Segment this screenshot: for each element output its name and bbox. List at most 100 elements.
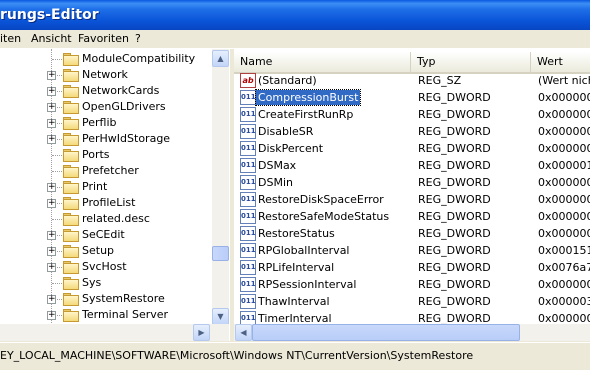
scroll-right-icon[interactable]: ▶ [193, 324, 210, 341]
expand-icon[interactable]: + [47, 199, 56, 208]
expand-icon[interactable]: + [47, 71, 56, 80]
tree-item-label: Network [82, 68, 128, 81]
tree-item[interactable]: + ProfileList [0, 195, 212, 211]
tree-item-label: SvcHost [82, 260, 127, 273]
folder-icon [63, 69, 79, 82]
dword-value-icon: 011 [240, 158, 256, 173]
tree-item[interactable]: Ports [0, 147, 212, 163]
column-type-header[interactable]: Typ [411, 52, 531, 72]
value-data: 0x0000000 [538, 142, 590, 155]
dword-value-icon: 011 [240, 260, 256, 275]
tree-item[interactable]: + Terminal Server [0, 307, 212, 323]
tree-item[interactable]: related.desc [0, 211, 212, 227]
column-name-header[interactable]: Name [234, 52, 411, 72]
value-row[interactable]: 011RestoreStatus REG_DWORD 0x0000000 [234, 225, 590, 242]
value-type: REG_DWORD [418, 244, 491, 257]
value-row[interactable]: 011CreateFirstRunRp REG_DWORD 0x0000000 [234, 106, 590, 123]
tree-item[interactable]: + Print [0, 179, 212, 195]
list-scroll-thumb[interactable] [252, 324, 520, 341]
tree-item[interactable]: + SeCEdit [0, 227, 212, 243]
value-row[interactable]: ab(Standard) REG_SZ (Wert nicht [234, 72, 590, 89]
value-data: (Wert nicht [538, 74, 590, 87]
value-type: REG_DWORD [418, 278, 491, 291]
expand-icon[interactable]: + [47, 183, 56, 192]
tree-item[interactable]: + Setup [0, 243, 212, 259]
tree-item[interactable]: + NetworkCards [0, 83, 212, 99]
expand-icon[interactable]: + [47, 247, 56, 256]
key-tree: ModuleCompatibility + Network + NetworkCards… [0, 49, 212, 325]
value-data: 0x0000000 [538, 210, 590, 223]
expand-icon[interactable]: + [47, 103, 56, 112]
pane-splitter[interactable] [230, 49, 233, 341]
menu-help[interactable]: ? [135, 32, 141, 45]
value-data: 0x0000000 [538, 278, 590, 291]
menu-edit[interactable]: iten [0, 32, 21, 45]
value-row[interactable]: 011DiskPercent REG_DWORD 0x0000000 [234, 140, 590, 157]
dword-value-icon: 011 [240, 243, 256, 258]
tree-item-label: Prefetcher [82, 164, 139, 177]
value-row[interactable]: 011DisableSR REG_DWORD 0x0000000 [234, 123, 590, 140]
tree-scroll-thumb[interactable] [212, 246, 229, 261]
tree-item[interactable]: Sys [0, 275, 212, 291]
scroll-left-icon[interactable]: ◀ [235, 324, 252, 341]
menu-view[interactable]: Ansicht [31, 32, 72, 45]
title-bar[interactable]: rungs-Editor [0, 0, 590, 30]
tree-vertical-scrollbar[interactable]: ▲ ▼ [212, 49, 229, 325]
value-data: 0x0000000 [538, 108, 590, 121]
value-row[interactable]: 011RPSessionInterval REG_DWORD 0x0000000 [234, 276, 590, 293]
list-horizontal-scrollbar[interactable]: ◀ [234, 324, 590, 341]
value-row[interactable]: 011RPLifeInterval REG_DWORD 0x0076a70 [234, 259, 590, 276]
value-type: REG_DWORD [418, 227, 491, 240]
dword-value-icon: 011 [240, 277, 256, 292]
expand-icon[interactable]: + [47, 311, 56, 320]
tree-guide-line [52, 219, 62, 220]
status-bar: EY_LOCAL_MACHINE\SOFTWARE\Microsoft\Wind… [0, 342, 590, 370]
folder-icon [63, 165, 79, 178]
folder-icon [63, 53, 79, 66]
tree-guide-line [52, 155, 62, 156]
folder-icon [63, 245, 79, 258]
tree-item-label: Setup [82, 244, 115, 257]
value-row[interactable]: 011 RestoreSafeModeStatus REG_DWORD 0x00000… [234, 208, 590, 225]
expand-icon[interactable]: + [47, 135, 56, 144]
scroll-up-icon[interactable]: ▲ [212, 50, 229, 67]
dword-value-icon: 011 [240, 226, 256, 241]
scroll-down-icon[interactable]: ▼ [212, 308, 229, 325]
tree-item[interactable]: ModuleCompatibility [0, 51, 212, 67]
tree-item[interactable]: + SvcHost [0, 259, 212, 275]
tree-item[interactable]: + OpenGLDrivers [0, 99, 212, 115]
dword-value-icon: 011 [240, 294, 256, 309]
string-value-icon: ab [240, 73, 256, 88]
value-type: REG_DWORD [418, 176, 491, 189]
column-value-header[interactable]: Wert [531, 52, 590, 72]
tree-item[interactable]: + SystemRestore [0, 291, 212, 307]
tree-item-label: ProfileList [82, 196, 136, 209]
value-row[interactable]: 011DSMax REG_DWORD 0x0000019 [234, 157, 590, 174]
value-row[interactable]: 011 RestoreDiskSpaceError REG_DWORD 0x00000… [234, 191, 590, 208]
expand-icon[interactable]: + [47, 119, 56, 128]
tree-item[interactable]: Prefetcher [0, 163, 212, 179]
value-data: 0x0000000 [538, 125, 590, 138]
tree-item[interactable]: + PerHwIdStorage [0, 131, 212, 147]
tree-item[interactable]: + Perflib [0, 115, 212, 131]
value-row[interactable]: 011ThawInterval REG_DWORD 0x0000038 [234, 293, 590, 310]
value-name: ThawInterval [258, 295, 330, 308]
menu-favorites[interactable]: Favoriten [78, 32, 129, 45]
key-tree-panel[interactable]: ModuleCompatibility + Network + NetworkCards… [0, 49, 231, 341]
registry-path: EY_LOCAL_MACHINE\SOFTWARE\Microsoft\Wind… [0, 349, 474, 362]
tree-item-label: SeCEdit [82, 228, 125, 241]
tree-item[interactable]: + Network [0, 67, 212, 83]
value-row[interactable]: 011CompressionBurst REG_DWORD 0x0000003 [234, 89, 590, 106]
value-row[interactable]: 011DSMin REG_DWORD 0x0000000c [234, 174, 590, 191]
value-row[interactable]: 011RPGlobalInterval REG_DWORD 0x0001518 [234, 242, 590, 259]
tree-horizontal-scrollbar[interactable]: ▶ [0, 324, 229, 341]
column-header-bar: Name Typ Wert [234, 52, 590, 74]
expand-icon[interactable]: + [47, 87, 56, 96]
value-data: 0x0000038 [538, 295, 590, 308]
expand-icon[interactable]: + [47, 295, 56, 304]
value-name: RPSessionInterval [258, 278, 357, 291]
value-list-panel[interactable]: Name Typ Wert ab (Standard) REG_SZ (Wert ni… [234, 49, 590, 341]
expand-icon[interactable]: + [47, 231, 56, 240]
expand-icon[interactable]: + [47, 263, 56, 272]
tree-guide-line [52, 283, 62, 284]
